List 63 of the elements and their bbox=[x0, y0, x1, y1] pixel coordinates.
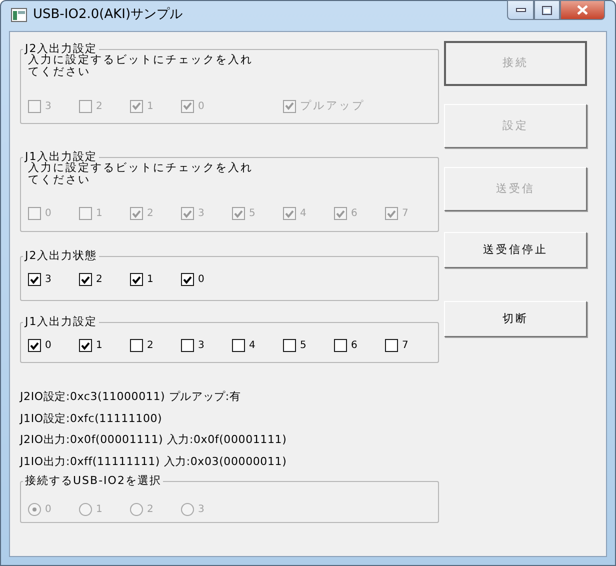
status-text: J2IO出力:0x0f(00001111) 入力:0x0f(00001111) bbox=[20, 432, 288, 448]
checkbox-label: 1 bbox=[96, 339, 102, 353]
minimize-button[interactable] bbox=[507, 0, 534, 20]
checkbox-label: 0 bbox=[45, 339, 52, 353]
checkbox[interactable] bbox=[28, 273, 41, 286]
checkbox[interactable] bbox=[181, 339, 194, 352]
checkbox-label: 2 bbox=[147, 339, 154, 353]
action-button[interactable]: 送受信停止 bbox=[444, 232, 587, 268]
group-title: 接続するUSB-IO2を選択 bbox=[24, 475, 162, 487]
checkbox-label: プルアップ bbox=[300, 98, 365, 114]
checkbox[interactable] bbox=[79, 273, 92, 286]
checkbox[interactable] bbox=[385, 339, 398, 352]
instruction-text: 入力に設定するビットにチェックを入れてください bbox=[28, 162, 254, 186]
checkbox-label: 0 bbox=[45, 207, 52, 221]
checkbox-label: 1 bbox=[147, 273, 154, 287]
checkbox-label: 7 bbox=[402, 339, 408, 353]
checkbox-label: 2 bbox=[96, 100, 102, 114]
checkbox-label: 2 bbox=[96, 273, 102, 287]
instruction-text: 入力に設定するビットにチェックを入れてください bbox=[28, 54, 254, 78]
checkbox-label: 1 bbox=[147, 100, 154, 114]
action-button[interactable]: 切断 bbox=[444, 301, 587, 337]
checkbox[interactable] bbox=[283, 339, 296, 352]
status-text: J1IO設定:0xfc(11111100) bbox=[20, 410, 164, 426]
checkbox-label: 6 bbox=[351, 207, 358, 221]
checkbox-label: 0 bbox=[198, 273, 204, 287]
checkbox[interactable] bbox=[130, 273, 143, 286]
checkbox-label: 5 bbox=[300, 339, 306, 353]
checkbox-label: 3 bbox=[45, 100, 52, 114]
group-title: J2入出力状態 bbox=[24, 250, 98, 262]
group-title: J2入出力設定 bbox=[24, 43, 98, 55]
maximize-button[interactable] bbox=[534, 0, 560, 20]
checkbox-label: 3 bbox=[198, 339, 204, 353]
radio-label: 1 bbox=[96, 503, 102, 517]
checkbox[interactable] bbox=[28, 339, 41, 352]
app-icon bbox=[11, 8, 27, 22]
radio-label: 3 bbox=[198, 503, 204, 517]
checkbox-label: 4 bbox=[300, 207, 306, 221]
minimize-icon bbox=[516, 8, 526, 12]
checkbox-label: 6 bbox=[351, 339, 358, 353]
close-button[interactable] bbox=[560, 0, 605, 20]
group-title: J1入出力設定 bbox=[24, 151, 98, 163]
checkbox[interactable] bbox=[334, 339, 347, 352]
radio-label: 0 bbox=[45, 503, 52, 517]
checkbox[interactable] bbox=[232, 339, 245, 352]
checkbox-label: 2 bbox=[147, 207, 154, 221]
close-icon bbox=[577, 5, 588, 15]
maximize-icon bbox=[542, 6, 552, 14]
checkbox-label: 5 bbox=[249, 207, 256, 221]
group-title: J1入出力設定 bbox=[24, 316, 98, 328]
checkbox-label: 0 bbox=[198, 100, 204, 114]
checkbox-label: 3 bbox=[198, 207, 204, 221]
checkbox[interactable] bbox=[181, 273, 194, 286]
checkbox-label: 7 bbox=[402, 207, 408, 221]
checkbox-label: 3 bbox=[45, 273, 52, 287]
checkbox-label: 4 bbox=[249, 339, 256, 353]
checkbox[interactable] bbox=[79, 339, 92, 352]
window-title: USB-IO2.0(AKI)サンプル bbox=[33, 7, 183, 23]
checkbox-label: 1 bbox=[96, 207, 102, 221]
radio-label: 2 bbox=[147, 503, 154, 517]
status-text: J1IO出力:0xff(11111111) 入力:0x03(00000011) bbox=[20, 454, 288, 470]
radio-dot-icon bbox=[32, 507, 37, 512]
status-text: J2IO設定:0xc3(11000011) プルアップ:有 bbox=[20, 389, 242, 405]
checkbox[interactable] bbox=[130, 339, 143, 352]
